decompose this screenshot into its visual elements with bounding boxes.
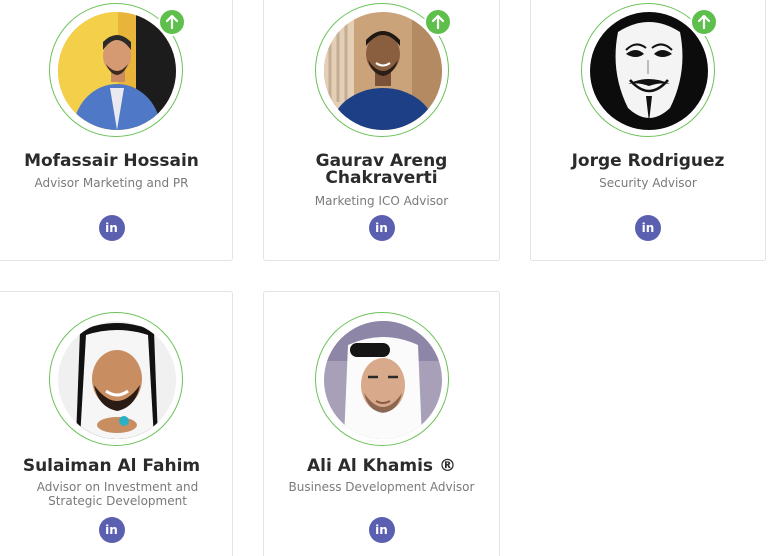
- advisor-card: Gaurav Areng Chakraverti Marketing ICO A…: [263, 0, 500, 261]
- badge: [690, 8, 718, 36]
- advisor-role: Advisor on Investment and Strategic Deve…: [36, 480, 199, 508]
- avatar-photo: [58, 12, 176, 130]
- avatar-ring: [315, 3, 452, 137]
- linkedin-icon[interactable]: in: [368, 215, 395, 241]
- arrow-up-icon: [431, 14, 445, 30]
- avatar-photo: [324, 12, 442, 130]
- advisor-name: Mofassair Hossain: [24, 151, 199, 171]
- advisor-name: Sulaiman Al Fahim: [22, 456, 201, 476]
- linkedin-icon[interactable]: in: [368, 517, 395, 543]
- advisor-card: Ali Al Khamis ® Business Development Adv…: [263, 291, 500, 556]
- linkedin-icon[interactable]: in: [98, 517, 125, 543]
- advisor-name: Gaurav Areng Chakraverti: [315, 151, 448, 188]
- advisor-role: Marketing ICO Advisor: [314, 194, 449, 208]
- advisor-name: Ali Al Khamis ®: [307, 456, 456, 476]
- avatar-ring: [49, 312, 183, 446]
- advisor-role: Advisor Marketing and PR: [34, 176, 189, 190]
- arrow-up-icon: [697, 14, 711, 30]
- advisor-card: Jorge Rodriguez Security Advisor in: [530, 0, 766, 261]
- avatar-photo: [590, 12, 708, 130]
- avatar-photo: [58, 321, 176, 439]
- advisor-role: Business Development Advisor: [288, 480, 475, 494]
- advisors-grid: Mofassair Hossain Advisor Marketing and …: [0, 0, 769, 556]
- arrow-up-icon: [165, 14, 179, 30]
- badge: [158, 8, 186, 36]
- linkedin-icon[interactable]: in: [635, 215, 661, 241]
- avatar-ring: [581, 3, 718, 137]
- linkedin-icon[interactable]: in: [98, 215, 125, 241]
- advisor-name: Jorge Rodriguez: [571, 151, 725, 171]
- avatar-ring: [49, 3, 186, 137]
- avatar-ring: [315, 312, 449, 446]
- avatar-photo: [324, 321, 442, 439]
- advisor-card: Sulaiman Al Fahim Advisor on Investment …: [0, 291, 233, 556]
- badge: [424, 8, 452, 36]
- advisor-card: Mofassair Hossain Advisor Marketing and …: [0, 0, 233, 261]
- advisor-role: Security Advisor: [599, 176, 697, 190]
